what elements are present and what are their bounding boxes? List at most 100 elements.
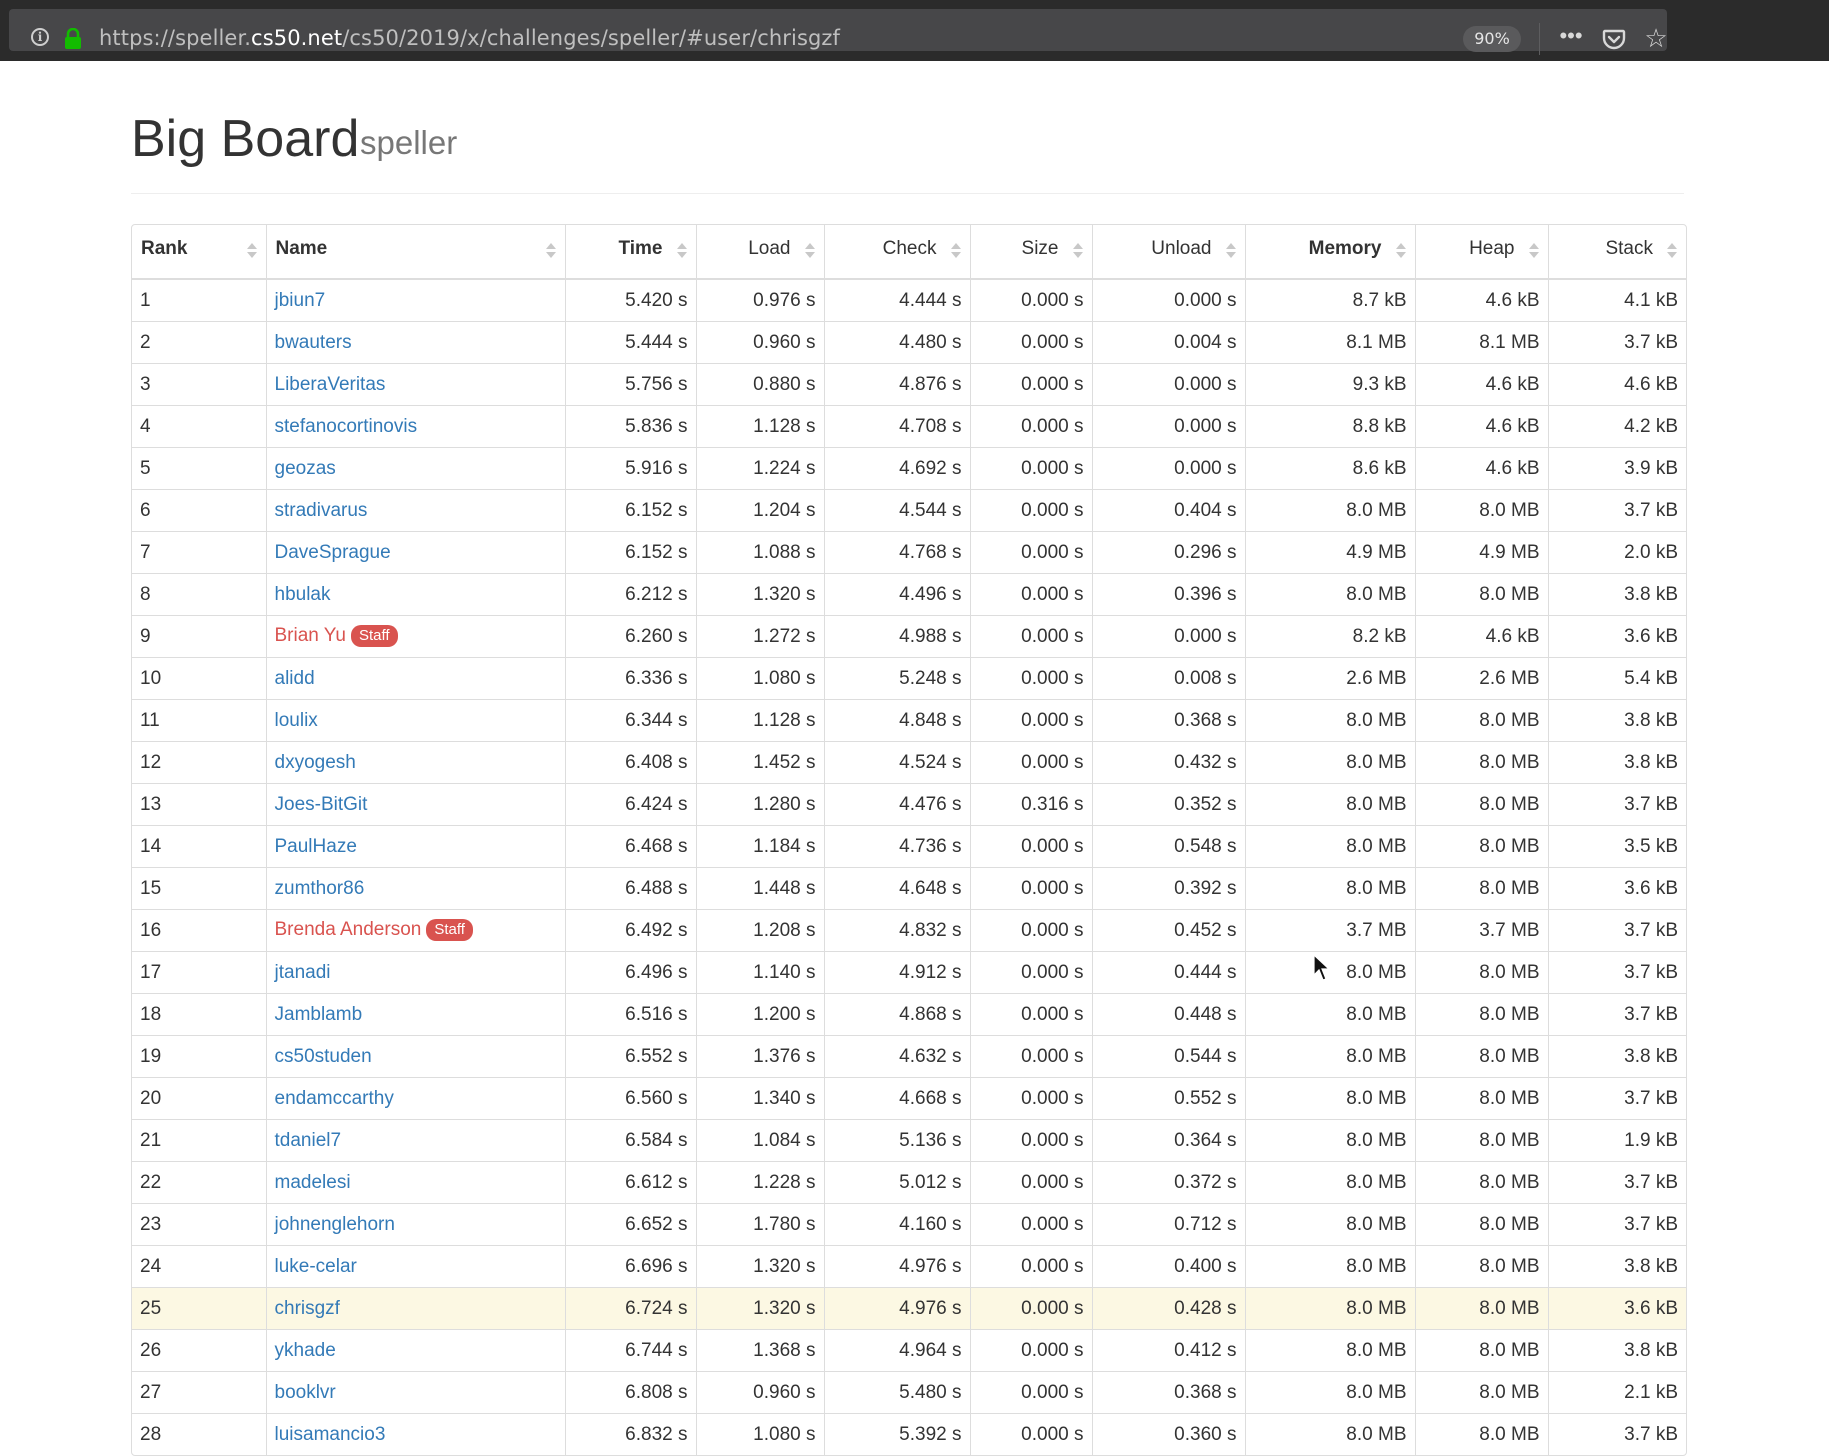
user-link[interactable]: hbulak — [275, 584, 331, 605]
column-label: Load — [748, 237, 791, 259]
cell-check: 4.632 s — [823, 1035, 970, 1078]
cell-heap: 8.0 MB — [1414, 741, 1548, 784]
url-domain: cs50.net — [251, 26, 343, 50]
column-header-memory[interactable]: Memory — [1244, 225, 1415, 280]
user-link[interactable]: jbiun7 — [275, 290, 326, 311]
column-label: Rank — [141, 237, 188, 259]
user-link[interactable]: alidd — [275, 668, 315, 689]
cell-heap: 8.0 MB — [1414, 1035, 1548, 1078]
cell-unload: 0.000 s — [1091, 447, 1245, 490]
user-link[interactable]: DaveSprague — [275, 542, 391, 563]
cell-memory: 8.6 kB — [1244, 447, 1415, 490]
cell-time: 6.152 s — [564, 489, 696, 532]
cell-heap: 8.0 MB — [1414, 1203, 1548, 1246]
cell-load: 1.452 s — [695, 741, 824, 784]
info-icon[interactable]: i — [31, 28, 49, 46]
cell-time: 6.584 s — [564, 1119, 696, 1162]
column-header-heap[interactable]: Heap — [1414, 225, 1548, 280]
user-link[interactable]: Brenda Anderson — [275, 919, 422, 940]
column-label: Time — [618, 237, 663, 259]
column-header-time[interactable]: Time — [564, 225, 696, 280]
table-row: 15 zumthor86 6.488 s 1.448 s 4.648 s 0.000 s0… — [132, 867, 1686, 910]
user-link[interactable]: ykhade — [275, 1340, 336, 1361]
user-link[interactable]: luisamancio3 — [275, 1424, 386, 1445]
user-link[interactable]: Joes-BitGit — [275, 794, 368, 815]
user-link[interactable]: tdaniel7 — [275, 1130, 342, 1151]
table-row: 9 Brian Yu Staff 6.260 s 1.272 s 4.988 s 0.000… — [132, 615, 1686, 658]
url-text[interactable]: https://speller.cs50.net/cs50/2019/x/cha… — [99, 26, 840, 50]
column-label: Stack — [1605, 237, 1653, 259]
cell-stack: 3.7 kB — [1547, 1077, 1686, 1120]
sort-icon — [246, 243, 257, 261]
user-link[interactable]: johnenglehorn — [275, 1214, 395, 1235]
cell-rank: 22 — [132, 1161, 266, 1204]
cell-unload: 0.552 s — [1091, 1077, 1245, 1120]
cell-size: 0.000 s — [969, 1161, 1092, 1204]
cell-rank: 19 — [132, 1035, 266, 1078]
pocket-icon[interactable] — [1602, 27, 1626, 51]
cell-time: 6.408 s — [564, 741, 696, 784]
cell-load: 1.448 s — [695, 867, 824, 910]
more-icon[interactable]: ••• — [1557, 25, 1585, 49]
cell-time: 5.444 s — [564, 321, 696, 364]
user-link[interactable]: stefanocortinovis — [275, 416, 418, 437]
column-header-size[interactable]: Size — [969, 225, 1092, 280]
cell-stack: 3.7 kB — [1547, 1203, 1686, 1246]
cell-name: LiberaVeritas — [265, 363, 565, 406]
sort-icon — [1528, 243, 1539, 261]
user-link[interactable]: jtanadi — [275, 962, 331, 983]
user-link[interactable]: LiberaVeritas — [275, 374, 386, 395]
user-link[interactable]: bwauters — [275, 332, 352, 353]
cell-unload: 0.296 s — [1091, 531, 1245, 574]
column-header-rank[interactable]: Rank — [132, 225, 266, 280]
column-header-name[interactable]: Name — [265, 225, 565, 280]
cell-stack: 3.8 kB — [1547, 1329, 1686, 1372]
user-link[interactable]: zumthor86 — [275, 878, 365, 899]
user-link[interactable]: booklvr — [275, 1382, 336, 1403]
user-link[interactable]: loulix — [275, 710, 318, 731]
user-link[interactable]: Brian Yu — [275, 625, 346, 646]
lock-icon[interactable] — [64, 28, 82, 50]
cell-memory: 8.0 MB — [1244, 1161, 1415, 1204]
cell-size: 0.000 s — [969, 1077, 1092, 1120]
cell-unload: 0.396 s — [1091, 573, 1245, 616]
cell-check: 4.476 s — [823, 783, 970, 826]
column-header-unload[interactable]: Unload — [1091, 225, 1245, 280]
address-bar[interactable]: i https://speller.cs50.net/cs50/2019/x/c… — [9, 9, 1669, 55]
user-link[interactable]: dxyogesh — [275, 752, 356, 773]
cell-size: 0.000 s — [969, 1371, 1092, 1414]
cell-name: luke-celar — [265, 1245, 565, 1288]
cell-name: Brenda Anderson Staff — [265, 909, 565, 952]
url-path: /cs50/2019/x/challenges/speller/#user/ch… — [342, 26, 841, 50]
cell-unload: 0.412 s — [1091, 1329, 1245, 1372]
user-link[interactable]: endamccarthy — [275, 1088, 394, 1109]
column-header-stack[interactable]: Stack — [1547, 225, 1686, 280]
cell-stack: 3.8 kB — [1547, 573, 1686, 616]
mouse-cursor-icon — [1313, 954, 1331, 981]
cell-unload: 0.448 s — [1091, 993, 1245, 1036]
cell-memory: 8.0 MB — [1244, 867, 1415, 910]
table-row: 21 tdaniel7 6.584 s 1.084 s 5.136 s 0.000 s 0.… — [132, 1119, 1686, 1162]
user-link[interactable]: chrisgzf — [275, 1298, 340, 1319]
user-link[interactable]: geozas — [275, 458, 336, 479]
cell-name: bwauters — [265, 321, 565, 364]
user-link[interactable]: madelesi — [275, 1172, 351, 1193]
user-link[interactable]: luke-celar — [275, 1256, 357, 1277]
cell-size: 0.000 s — [969, 741, 1092, 784]
user-link[interactable]: stradivarus — [275, 500, 368, 521]
zoom-level-badge[interactable]: 90% — [1463, 26, 1521, 52]
table-row: 19 cs50studen 6.552 s 1.376 s 4.632 s 0.000 s… — [132, 1035, 1686, 1078]
cell-unload: 0.548 s — [1091, 825, 1245, 868]
user-link[interactable]: PaulHaze — [275, 836, 357, 857]
cell-memory: 3.7 MB — [1244, 909, 1415, 952]
user-link[interactable]: Jamblamb — [275, 1004, 363, 1025]
column-header-load[interactable]: Load — [695, 225, 824, 280]
cell-stack: 2.1 kB — [1547, 1371, 1686, 1414]
star-icon[interactable]: ☆ — [1643, 25, 1669, 51]
cell-rank: 14 — [132, 825, 266, 868]
column-header-check[interactable]: Check — [823, 225, 970, 280]
cell-time: 6.488 s — [564, 867, 696, 910]
table-row: 2 bwauters 5.444 s 0.960 s 4.480 s 0.000 s 0.0… — [132, 321, 1686, 364]
user-link[interactable]: cs50studen — [275, 1046, 372, 1067]
cell-memory: 8.8 kB — [1244, 405, 1415, 448]
